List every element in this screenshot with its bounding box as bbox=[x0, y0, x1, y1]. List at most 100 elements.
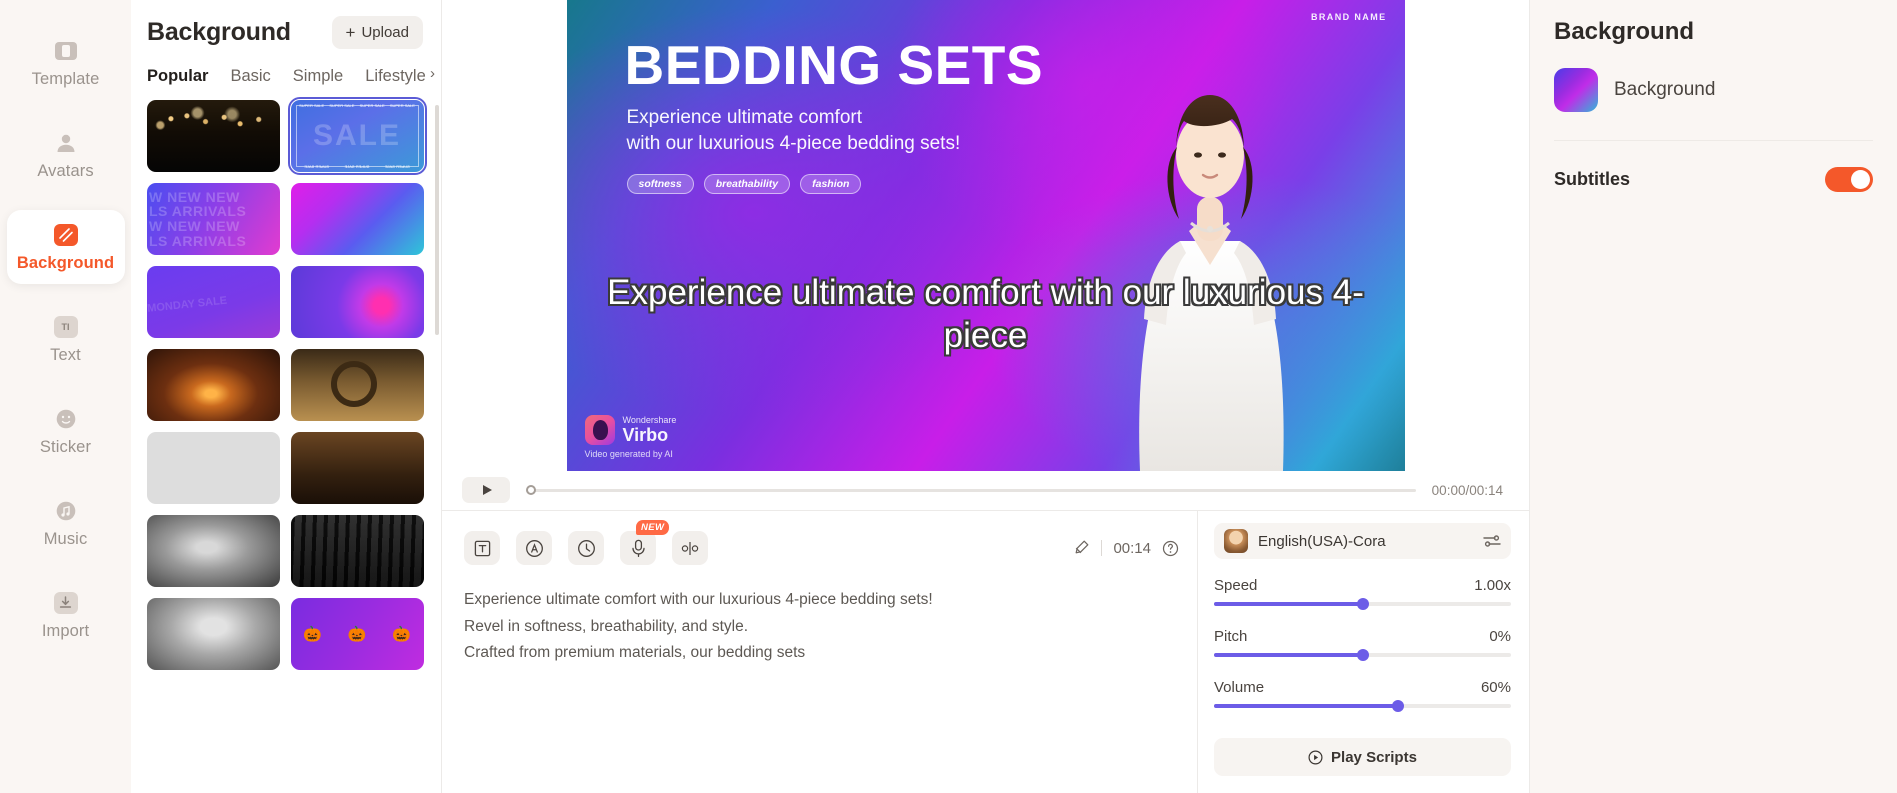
background-swatch[interactable] bbox=[1554, 68, 1598, 112]
tab-basic[interactable]: Basic bbox=[230, 67, 270, 86]
pitch-label: Pitch bbox=[1214, 628, 1248, 645]
duration-button[interactable] bbox=[568, 531, 604, 565]
sidebar-item-avatars[interactable]: Avatars bbox=[7, 118, 125, 192]
play-icon bbox=[482, 485, 492, 495]
import-glyph bbox=[53, 591, 78, 614]
chevron-right-icon[interactable]: › bbox=[430, 65, 435, 82]
thumb-kitchen-table[interactable] bbox=[147, 432, 280, 504]
marquee-bottom: ƎJAƧ ЯƎԀUƧ ƎJAƧ ЯƎԀUƧ ƎJAƧ ЯƎԀUƧ bbox=[304, 164, 410, 169]
virbo-watermark: Wondershare Virbo Video generated by AI bbox=[584, 415, 676, 459]
background-item-row[interactable]: Background bbox=[1554, 68, 1873, 141]
thumb-new-arrivals[interactable]: W NEW NEW LS ARRIVALS W NEW NEW LS ARRIVALS bbox=[147, 183, 280, 255]
clock-icon bbox=[577, 539, 595, 557]
tab-popular[interactable]: Popular bbox=[147, 67, 208, 86]
thumb-dark-forest[interactable] bbox=[290, 515, 424, 587]
sale-text: SALE bbox=[312, 119, 401, 152]
sidebar-item-template[interactable]: Template bbox=[7, 26, 125, 100]
pause-split-button[interactable] bbox=[672, 531, 708, 565]
sidebar-item-sticker[interactable]: Sticker bbox=[7, 394, 125, 468]
volume-row: Volume 60% bbox=[1214, 679, 1511, 696]
video-feature-pills: softness breathability fashion bbox=[626, 174, 862, 194]
library-scrollbar[interactable] bbox=[435, 105, 439, 335]
tab-simple[interactable]: Simple bbox=[293, 67, 343, 86]
volume-slider-fill bbox=[1214, 704, 1399, 708]
thumb-purple-circle-gradient[interactable] bbox=[290, 266, 424, 338]
brush-icon[interactable] bbox=[1071, 539, 1090, 558]
subtitles-toggle[interactable] bbox=[1825, 167, 1873, 192]
background-icon bbox=[53, 222, 79, 248]
help-circle-icon[interactable] bbox=[1162, 540, 1179, 557]
thumb-super-sale-frame[interactable]: SUPER SALE SUPER SALE SUPER SALE SUPER SALE… bbox=[287, 97, 427, 175]
speed-slider[interactable] bbox=[1214, 598, 1511, 610]
import-icon bbox=[53, 590, 79, 616]
tab-lifestyle[interactable]: Lifestyle bbox=[365, 67, 426, 86]
watermark-row: Wondershare Virbo bbox=[584, 415, 676, 445]
thumb-wreath-dining[interactable] bbox=[290, 349, 424, 421]
pitch-slider-knob[interactable] bbox=[1356, 649, 1369, 661]
sidebar-item-label: Sticker bbox=[39, 437, 92, 456]
sidebar-item-label: Template bbox=[31, 69, 100, 88]
equalizer-icon[interactable] bbox=[1483, 534, 1501, 548]
video-playbar: 00:00/00:14 bbox=[442, 470, 1529, 510]
script-section: NEW 00:14 Experience ultimate comfort wi… bbox=[442, 511, 1529, 793]
thumb-gray-smoke[interactable] bbox=[147, 515, 280, 587]
timecode-label: 00:00/00:14 bbox=[1431, 482, 1503, 498]
sidebar-item-background[interactable]: Background bbox=[6, 210, 125, 284]
sidebar-item-music[interactable]: Music bbox=[7, 486, 125, 560]
play-scripts-button[interactable]: Play Scripts bbox=[1214, 738, 1511, 776]
text-box-icon bbox=[474, 540, 490, 556]
volume-value: 60% bbox=[1480, 679, 1511, 696]
video-preview[interactable]: BRAND NAME BEDDING SETS Experience ultim… bbox=[566, 0, 1405, 471]
timeline-scrubber[interactable] bbox=[526, 485, 1416, 495]
pumpkin-icon: 🎃 bbox=[303, 626, 322, 643]
volume-slider[interactable] bbox=[1214, 700, 1511, 712]
script-toolbar: NEW 00:14 bbox=[442, 520, 1197, 571]
scrubber-handle[interactable] bbox=[526, 485, 536, 495]
auto-button[interactable] bbox=[516, 531, 552, 565]
sidebar-item-label: Background bbox=[16, 253, 115, 272]
pitch-slider[interactable] bbox=[1214, 649, 1511, 661]
thumb-bokeh-lights[interactable] bbox=[147, 100, 280, 172]
thumb-magenta-cyan-gradient[interactable] bbox=[290, 183, 424, 255]
voice-selector[interactable]: English(USA)-Cora bbox=[1214, 523, 1511, 559]
volume-slider-knob[interactable] bbox=[1392, 700, 1405, 712]
voice-clone-button[interactable]: NEW bbox=[620, 520, 670, 565]
background-thumbnail-grid: SUPER SALE SUPER SALE SUPER SALE SUPER SALE… bbox=[131, 96, 441, 793]
sidebar-item-label: Text bbox=[50, 345, 81, 364]
text-icon: TI bbox=[53, 314, 79, 340]
avatars-icon bbox=[53, 130, 79, 156]
pill-breathability: breathability bbox=[703, 174, 791, 194]
text-glyph: TI bbox=[53, 315, 78, 338]
panel-title: Background bbox=[1554, 18, 1695, 45]
speed-slider-knob[interactable] bbox=[1356, 598, 1369, 610]
upload-button-label: Upload bbox=[361, 24, 409, 41]
thumb-halloween-pumpkins[interactable]: 🎃 🎃 🎃 bbox=[290, 598, 424, 670]
watermark-brand-big: Virbo bbox=[622, 424, 669, 445]
microphone-icon bbox=[631, 539, 645, 557]
editor-center-column: BRAND NAME BEDDING SETS Experience ultim… bbox=[442, 0, 1530, 793]
upload-button[interactable]: + Upload bbox=[331, 16, 423, 49]
plus-icon: + bbox=[345, 23, 356, 42]
library-header: Background + Upload bbox=[131, 0, 441, 53]
sidebar-item-text[interactable]: TI Text bbox=[7, 302, 125, 376]
play-button[interactable] bbox=[462, 477, 510, 503]
video-subheadline: Experience ultimate comfort with our lux… bbox=[626, 107, 961, 154]
watermark-note: Video generated by AI bbox=[584, 449, 673, 459]
page-title: Background bbox=[147, 18, 291, 46]
split-icon bbox=[681, 541, 699, 555]
text-style-button[interactable] bbox=[464, 531, 500, 565]
thumb-fireplace-room[interactable] bbox=[147, 349, 280, 421]
thumb-kitchen-counter[interactable] bbox=[290, 432, 424, 504]
sidebar-item-import[interactable]: Import bbox=[7, 578, 125, 652]
sidebar-item-label: Import bbox=[41, 621, 90, 640]
thumb-purple-diagonal[interactable]: MONDAY SALE bbox=[147, 266, 280, 338]
pumpkin-icon: 🎃 bbox=[347, 626, 367, 643]
circled-a-icon bbox=[525, 539, 543, 557]
thumb-gray-clouds[interactable] bbox=[147, 598, 280, 670]
script-editor: NEW 00:14 Experience ultimate comfort wi… bbox=[442, 511, 1197, 793]
speed-label: Speed bbox=[1214, 577, 1258, 594]
pill-softness: softness bbox=[626, 174, 694, 194]
pitch-row: Pitch 0% bbox=[1214, 628, 1511, 645]
script-textarea[interactable]: Experience ultimate comfort with our lux… bbox=[442, 571, 1197, 667]
speed-value: 1.00x bbox=[1474, 577, 1511, 594]
